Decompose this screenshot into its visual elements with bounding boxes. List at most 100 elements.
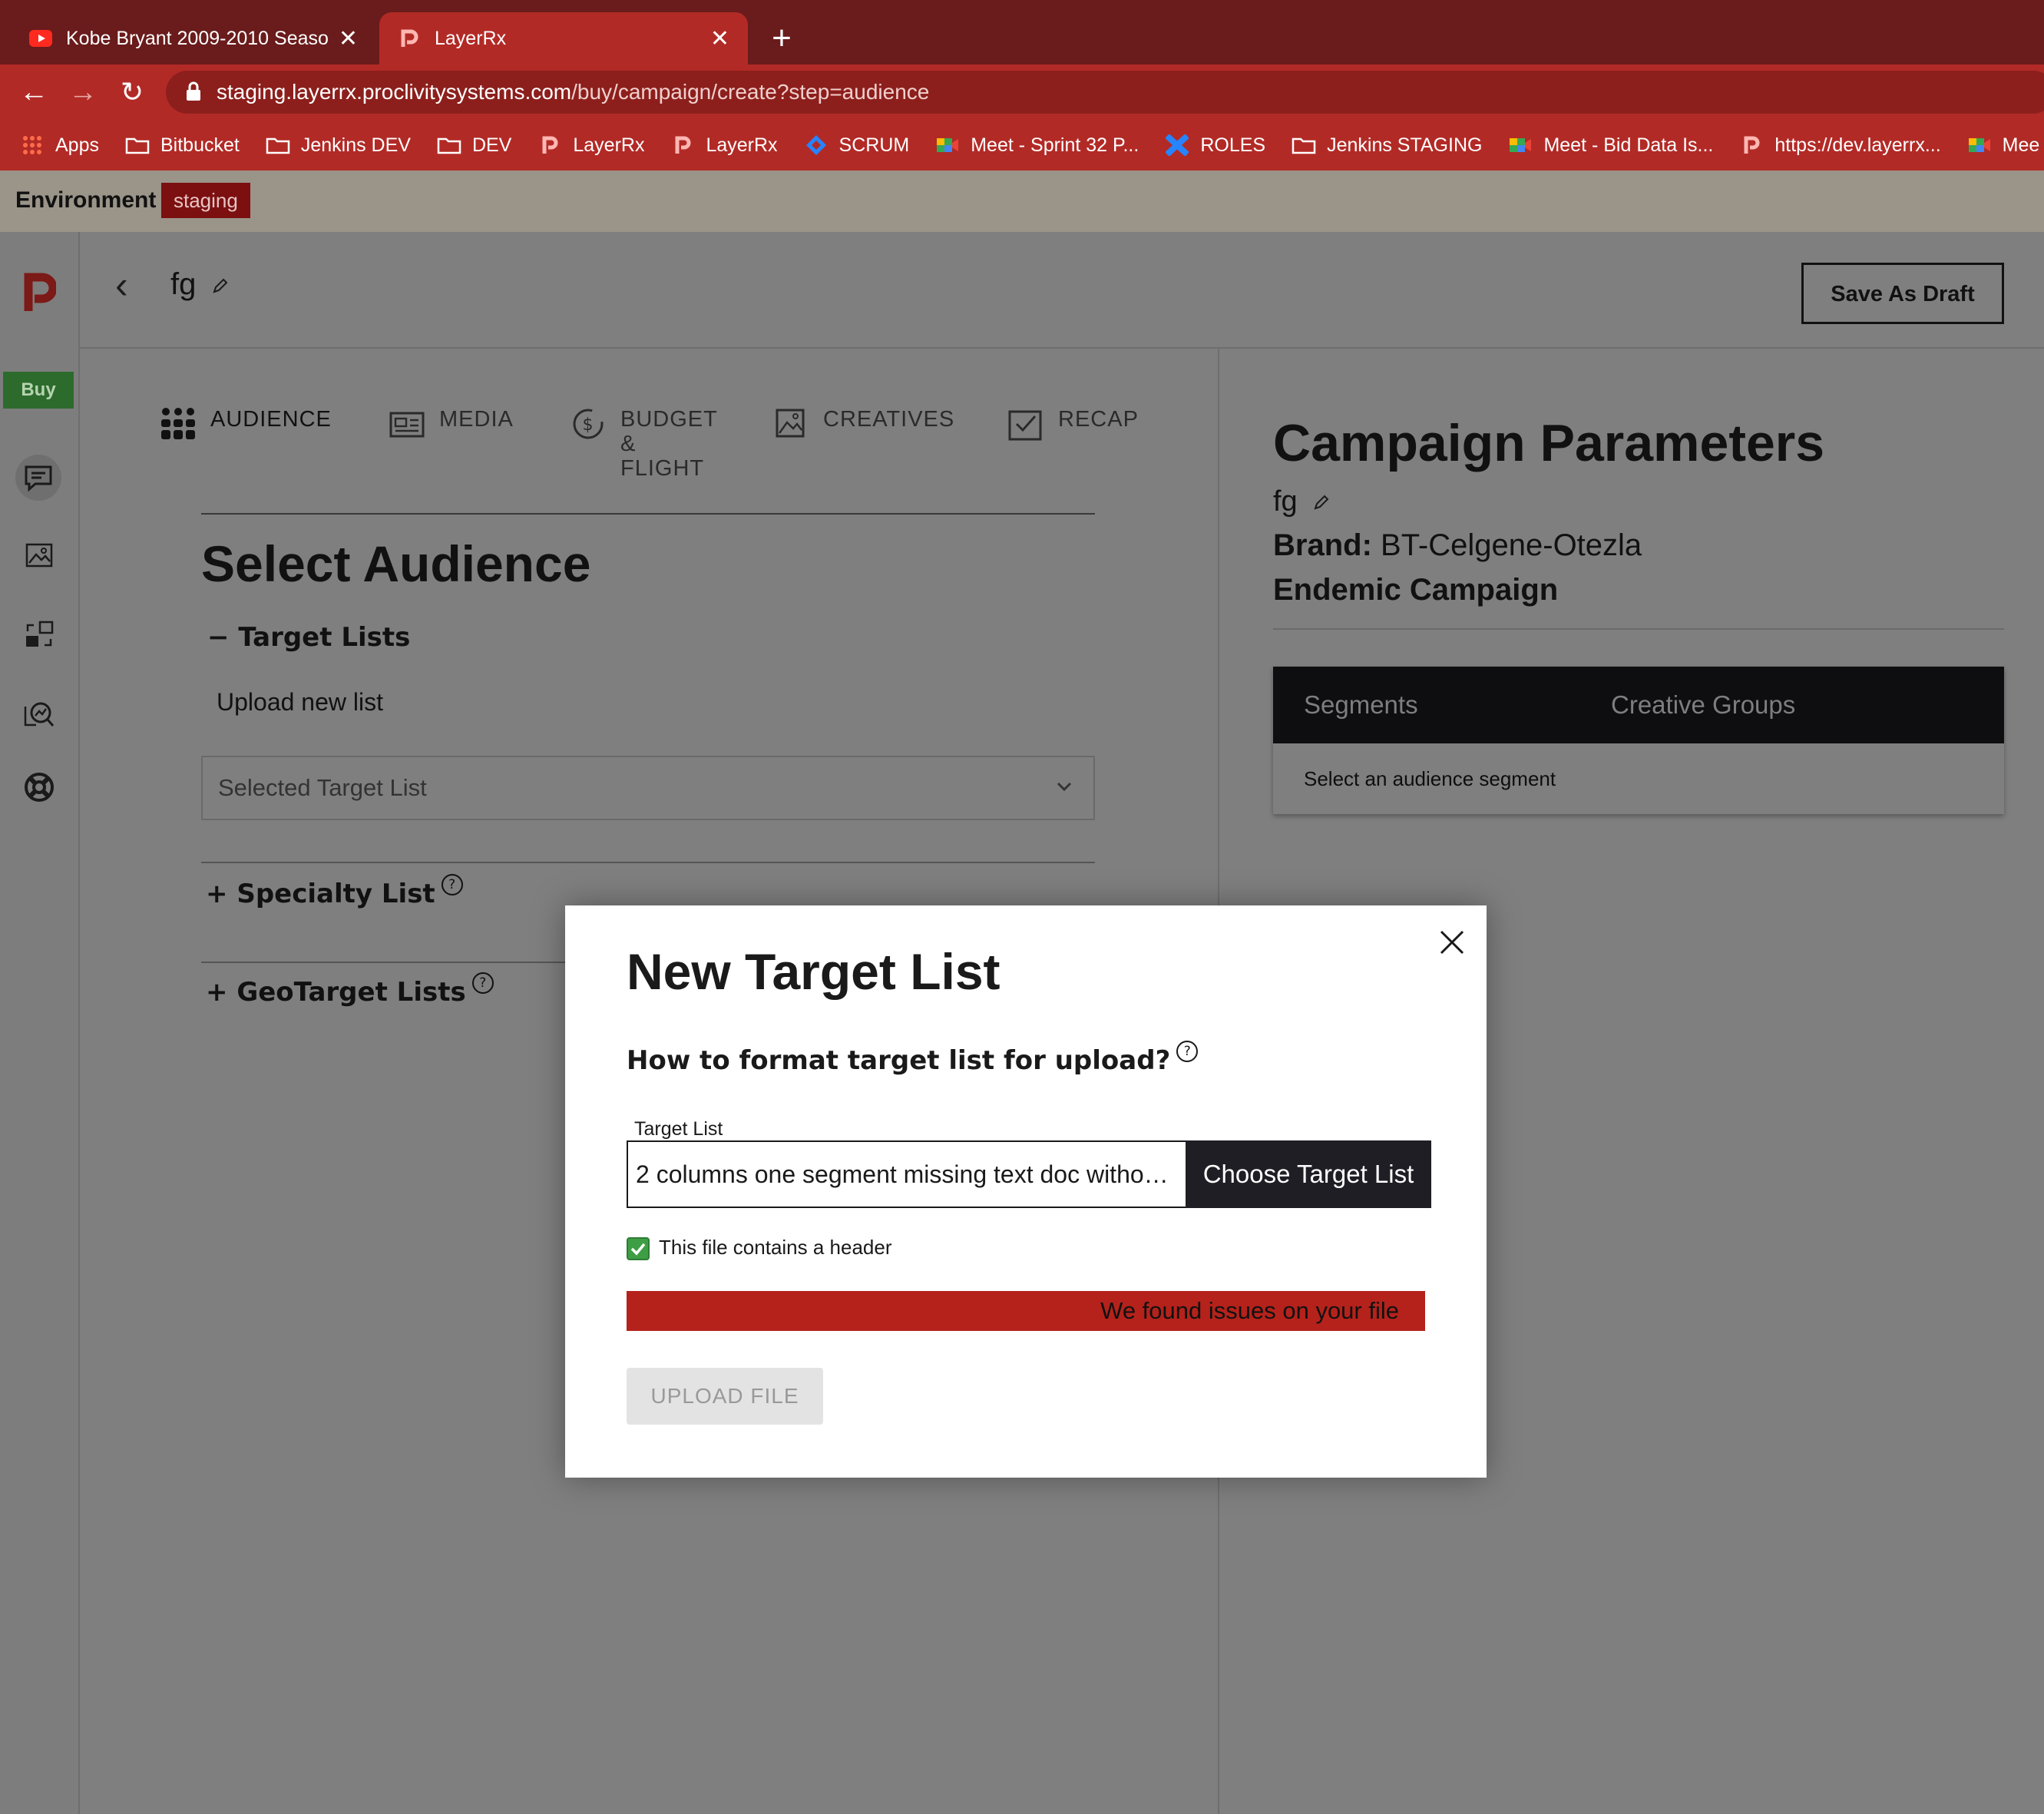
modal-title: New Target List xyxy=(627,943,1001,1000)
svg-text:$: $ xyxy=(583,415,594,435)
target-list-file-field[interactable]: 2 columns one segment missing text doc w… xyxy=(627,1140,1187,1208)
upload-file-button[interactable]: UPLOAD FILE xyxy=(627,1368,823,1425)
save-as-draft-button[interactable]: Save As Draft xyxy=(1801,263,2004,324)
step-label: FLIGHT xyxy=(620,456,705,481)
step-budget-flight[interactable]: $ BUDGET & FLIGHT xyxy=(570,407,718,481)
tab-segments[interactable]: Segments xyxy=(1304,667,1418,743)
bookmark-roles[interactable]: ROLES xyxy=(1165,134,1265,157)
environment-badge: staging xyxy=(161,183,250,218)
bookmark-label: LayerRx xyxy=(573,134,645,156)
step-media[interactable]: MEDIA xyxy=(389,407,514,441)
file-error-text: We found issues on your file xyxy=(1100,1297,1399,1324)
browser-tab-youtube[interactable]: Kobe Bryant 2009-2010 Season ✕ xyxy=(11,12,376,65)
bookmark-meet-more[interactable]: Mee xyxy=(1967,134,2040,157)
bookmark-bitbucket[interactable]: Bitbucket xyxy=(125,134,240,157)
jira-icon xyxy=(804,135,829,155)
browser-tab-layerrx[interactable]: LayerRx ✕ xyxy=(379,12,748,65)
reload-icon[interactable]: ↻ xyxy=(115,75,149,109)
back-arrow-icon[interactable]: ← xyxy=(17,75,51,109)
bookmark-label: Apps xyxy=(55,134,99,156)
campaign-title: fg xyxy=(170,267,229,302)
format-question: How to format target list for upload?? xyxy=(627,1041,1199,1076)
jira-icon xyxy=(1165,134,1189,156)
target-list-select[interactable]: Selected Target List xyxy=(201,756,1095,820)
bookmark-jenkins-staging[interactable]: Jenkins STAGING xyxy=(1292,134,1482,157)
bookmark-meet-sprint[interactable]: Meet - Sprint 32 P... xyxy=(935,134,1139,157)
address-bar[interactable]: staging.layerrx.proclivitysystems.com/bu… xyxy=(166,71,2044,114)
bookmark-jenkins-dev[interactable]: Jenkins DEV xyxy=(266,134,411,157)
bookmark-label: Meet - Sprint 32 P... xyxy=(971,134,1139,156)
edit-pencil-icon[interactable] xyxy=(212,277,229,294)
geotarget-lists-toggle[interactable]: + GeoTarget Lists? xyxy=(206,972,494,1008)
help-icon[interactable]: ? xyxy=(441,874,463,895)
bookmark-apps[interactable]: Apps xyxy=(20,134,99,157)
layerrx-icon xyxy=(1739,135,1764,155)
target-lists-toggle[interactable]: − Target Lists xyxy=(207,622,410,653)
layerrx-logo-icon[interactable] xyxy=(20,273,58,312)
layerrx-icon xyxy=(670,135,695,155)
step-recap[interactable]: RECAP xyxy=(1007,407,1139,441)
params-campaign-name: fg xyxy=(1273,485,1330,518)
bookmark-label: Jenkins STAGING xyxy=(1327,134,1483,156)
bookmark-label: Meet - Bid Data Is... xyxy=(1543,134,1714,156)
meet-icon xyxy=(1508,135,1533,155)
segments-panel: Segments Creative Groups Select an audie… xyxy=(1273,667,2004,814)
image-icon[interactable] xyxy=(20,536,58,574)
checkmark-icon xyxy=(630,1243,646,1256)
environment-label: Environment xyxy=(15,187,157,213)
campaign-name: fg xyxy=(170,267,197,301)
back-chevron-icon[interactable]: ‹ xyxy=(115,263,128,307)
close-tab-icon[interactable]: ✕ xyxy=(339,25,358,52)
folder-icon xyxy=(437,135,461,155)
recap-icon xyxy=(1008,410,1042,441)
left-nav: Buy xyxy=(0,232,80,1814)
edit-pencil-icon[interactable] xyxy=(1313,494,1330,511)
bookmark-dev[interactable]: DEV xyxy=(437,134,511,157)
audience-icon xyxy=(161,408,195,439)
close-tab-icon[interactable]: ✕ xyxy=(710,25,729,52)
support-lifebuoy-icon[interactable] xyxy=(20,768,58,806)
brand-label: Brand: xyxy=(1273,528,1372,562)
layerrx-icon xyxy=(398,29,421,48)
url-host: staging.layerrx.proclivitysystems.com xyxy=(217,80,572,104)
analytics-search-icon[interactable] xyxy=(20,694,58,733)
creatives-icon xyxy=(776,409,805,438)
steps-divider xyxy=(201,513,1095,515)
header-checkbox-label[interactable]: This file contains a header xyxy=(659,1236,892,1260)
bookmark-scrum[interactable]: SCRUM xyxy=(804,134,909,157)
help-icon[interactable]: ? xyxy=(471,972,494,994)
bookmark-dev-layerrx[interactable]: https://dev.layerrx... xyxy=(1739,134,1941,157)
tab-title: Kobe Bryant 2009-2010 Season xyxy=(66,27,328,49)
step-audience[interactable]: AUDIENCE xyxy=(160,407,332,441)
bookmark-layerrx[interactable]: LayerRx xyxy=(537,134,644,157)
params-campaign-type: Endemic Campaign xyxy=(1273,573,1559,607)
new-tab-icon[interactable]: + xyxy=(766,17,797,60)
campaigns-chat-icon[interactable] xyxy=(15,455,61,501)
buy-nav-item[interactable]: Buy xyxy=(3,372,74,409)
selected-file-name: 2 columns one segment missing text doc w… xyxy=(636,1160,1173,1188)
step-label: RECAP xyxy=(1058,407,1139,432)
bookmark-label: Bitbucket xyxy=(160,134,240,156)
bookmark-label: Mee xyxy=(2002,134,2040,156)
browser-toolbar: ← → ↻ staging.layerrx.proclivitysystems.… xyxy=(0,65,2044,120)
step-label: AUDIENCE xyxy=(210,407,332,432)
target-list-select-placeholder: Selected Target List xyxy=(218,774,427,801)
meet-icon xyxy=(935,135,960,155)
step-creatives[interactable]: CREATIVES xyxy=(772,407,954,441)
bookmark-meet-bid-data[interactable]: Meet - Bid Data Is... xyxy=(1508,134,1713,157)
lock-icon xyxy=(187,81,200,101)
step-label: & xyxy=(620,432,637,456)
forward-arrow-icon[interactable]: → xyxy=(66,75,100,109)
apps-grid-icon xyxy=(20,135,45,155)
meet-icon xyxy=(1967,135,1992,155)
choose-target-list-button[interactable]: Choose Target List xyxy=(1186,1140,1431,1208)
header-checkbox[interactable] xyxy=(627,1237,650,1260)
close-icon[interactable] xyxy=(1437,927,1467,958)
upload-new-list-link[interactable]: Upload new list xyxy=(217,688,383,717)
tab-creative-groups[interactable]: Creative Groups xyxy=(1611,667,1795,743)
media-icon xyxy=(389,412,425,438)
bookmark-layerrx-2[interactable]: LayerRx xyxy=(670,134,778,157)
specialty-list-toggle[interactable]: + Specialty List? xyxy=(206,874,463,909)
transfer-icon[interactable] xyxy=(20,616,58,654)
help-icon[interactable]: ? xyxy=(1176,1041,1199,1062)
